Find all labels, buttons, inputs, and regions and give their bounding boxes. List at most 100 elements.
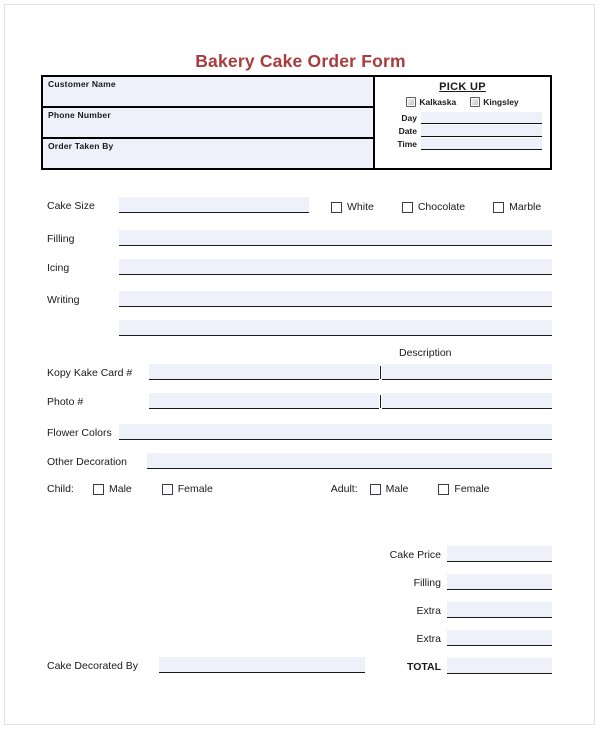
pickup-location-kingsley-label: Kingsley	[483, 97, 519, 107]
cake-price-label: Cake Price	[389, 549, 441, 561]
checkbox-icon[interactable]	[93, 483, 104, 495]
price-extra-1-input[interactable]	[447, 602, 552, 618]
kopy-kake-card-description-input[interactable]	[382, 364, 552, 380]
adult-option-male-label: Male	[385, 483, 409, 495]
writing-continued-row	[47, 318, 552, 336]
writing-continued-input[interactable]	[119, 320, 552, 336]
photo-number-row: Photo #	[47, 391, 552, 409]
checkbox-icon[interactable]	[438, 483, 450, 495]
pickup-time-input[interactable]	[421, 138, 542, 150]
filling-label: Filling	[47, 233, 75, 245]
pickup-block: PICK UP Kalkaska Kingsley Day Date Time	[375, 77, 550, 168]
total-input[interactable]	[447, 658, 552, 674]
cake-decorated-by-input[interactable]	[159, 657, 365, 673]
other-decoration-row: Other Decoration	[47, 451, 552, 469]
adult-option-male[interactable]: Male	[369, 483, 409, 495]
adult-option-female[interactable]: Female	[438, 483, 489, 495]
icing-label: Icing	[47, 262, 70, 274]
cake-size-row: Cake Size White Chocolate Marble	[47, 195, 552, 213]
other-decoration-input[interactable]	[147, 453, 552, 469]
photo-number-label: Photo #	[47, 396, 84, 408]
pickup-heading: PICK UP	[439, 81, 486, 93]
customer-name-field[interactable]: Customer Name	[43, 77, 373, 108]
flavor-option-chocolate-label: Chocolate	[417, 201, 466, 213]
checkbox-icon[interactable]	[401, 201, 413, 213]
checkbox-icon[interactable]	[161, 483, 173, 495]
price-extra-2-input[interactable]	[447, 630, 552, 646]
pickup-location-kalkaska[interactable]: Kalkaska	[406, 97, 456, 107]
child-option-female-label: Female	[177, 483, 213, 495]
cake-price-input[interactable]	[447, 546, 552, 562]
price-filling-input[interactable]	[447, 574, 552, 590]
pickup-date-label: Date	[398, 126, 417, 136]
icing-row: Icing	[47, 257, 552, 275]
price-row-extra-2: Extra	[347, 627, 552, 646]
pickup-day-row: Day	[383, 111, 542, 124]
phone-number-field[interactable]: Phone Number	[43, 108, 373, 139]
cake-decorated-by-label: Cake Decorated By	[47, 660, 139, 672]
cake-size-input[interactable]	[119, 197, 309, 213]
checkbox-icon[interactable]	[493, 201, 505, 213]
flavor-option-marble[interactable]: Marble	[493, 201, 541, 213]
flower-colors-row: Flower Colors	[47, 422, 552, 440]
writing-row: Writing	[47, 289, 552, 307]
child-option-male-label: Male	[109, 483, 132, 495]
form-page: Bakery Cake Order Form Customer Name Pho…	[4, 4, 595, 725]
flavor-option-white-label: White	[347, 201, 374, 213]
pickup-time-label: Time	[397, 139, 417, 149]
flower-colors-input[interactable]	[119, 424, 552, 440]
pickup-date-input[interactable]	[421, 125, 542, 137]
child-option-male[interactable]: Male	[93, 483, 132, 495]
total-label: TOTAL	[406, 661, 441, 673]
photo-number-description-input[interactable]	[382, 393, 552, 409]
price-extra-2-label: Extra	[416, 633, 441, 645]
description-header: Description	[399, 347, 452, 359]
flower-colors-label: Flower Colors	[47, 427, 112, 439]
field-divider	[380, 395, 381, 408]
price-row-filling: Filling	[347, 571, 552, 590]
order-taken-by-field[interactable]: Order Taken By	[43, 139, 373, 168]
customer-pickup-box: Customer Name Phone Number Order Taken B…	[41, 75, 552, 170]
flavor-option-chocolate[interactable]: Chocolate	[401, 201, 466, 213]
field-divider	[380, 366, 381, 379]
filling-input[interactable]	[119, 230, 552, 246]
checkbox-icon[interactable]	[406, 97, 417, 107]
price-row-total: TOTAL	[347, 655, 552, 674]
kopy-kake-card-input[interactable]	[149, 364, 379, 380]
writing-label: Writing	[47, 294, 80, 306]
checkbox-icon[interactable]	[369, 483, 381, 495]
pickup-day-label: Day	[401, 113, 417, 123]
cake-size-label: Cake Size	[47, 200, 95, 212]
pickup-time-row: Time	[383, 137, 542, 150]
kopy-kake-card-label: Kopy Kake Card #	[47, 367, 133, 379]
writing-input[interactable]	[119, 291, 552, 307]
checkbox-icon[interactable]	[331, 201, 342, 213]
pickup-day-input[interactable]	[421, 112, 542, 124]
customer-name-label: Customer Name	[48, 79, 116, 89]
figure-options-row: Child: Male Female Adult: Male Female	[47, 481, 552, 497]
price-row-cake-price: Cake Price	[347, 543, 552, 562]
pickup-location-kalkaska-label: Kalkaska	[419, 97, 457, 107]
price-filling-label: Filling	[413, 577, 441, 589]
pickup-datetime-fields: Day Date Time	[383, 111, 542, 150]
filling-row: Filling	[47, 228, 552, 246]
pickup-date-row: Date	[383, 124, 542, 137]
phone-number-label: Phone Number	[48, 110, 111, 120]
kopy-kake-card-row: Kopy Kake Card #	[47, 362, 552, 380]
price-extra-1-label: Extra	[416, 605, 441, 617]
customer-info-block: Customer Name Phone Number Order Taken B…	[43, 77, 375, 168]
price-row-extra-1: Extra	[347, 599, 552, 618]
page-title: Bakery Cake Order Form	[195, 51, 406, 71]
child-option-female[interactable]: Female	[161, 483, 213, 495]
cake-decorated-by-row: Cake Decorated By	[47, 655, 365, 673]
adult-option-female-label: Female	[454, 483, 490, 495]
other-decoration-label: Other Decoration	[47, 456, 127, 468]
pickup-location-kingsley[interactable]: Kingsley	[470, 97, 519, 107]
flavor-option-white[interactable]: White	[331, 201, 374, 213]
icing-input[interactable]	[119, 259, 552, 275]
pickup-location-options: Kalkaska Kingsley	[383, 97, 542, 107]
adult-label: Adult:	[330, 483, 358, 495]
checkbox-icon[interactable]	[470, 97, 481, 107]
child-label: Child:	[47, 483, 74, 495]
photo-number-input[interactable]	[149, 393, 379, 409]
